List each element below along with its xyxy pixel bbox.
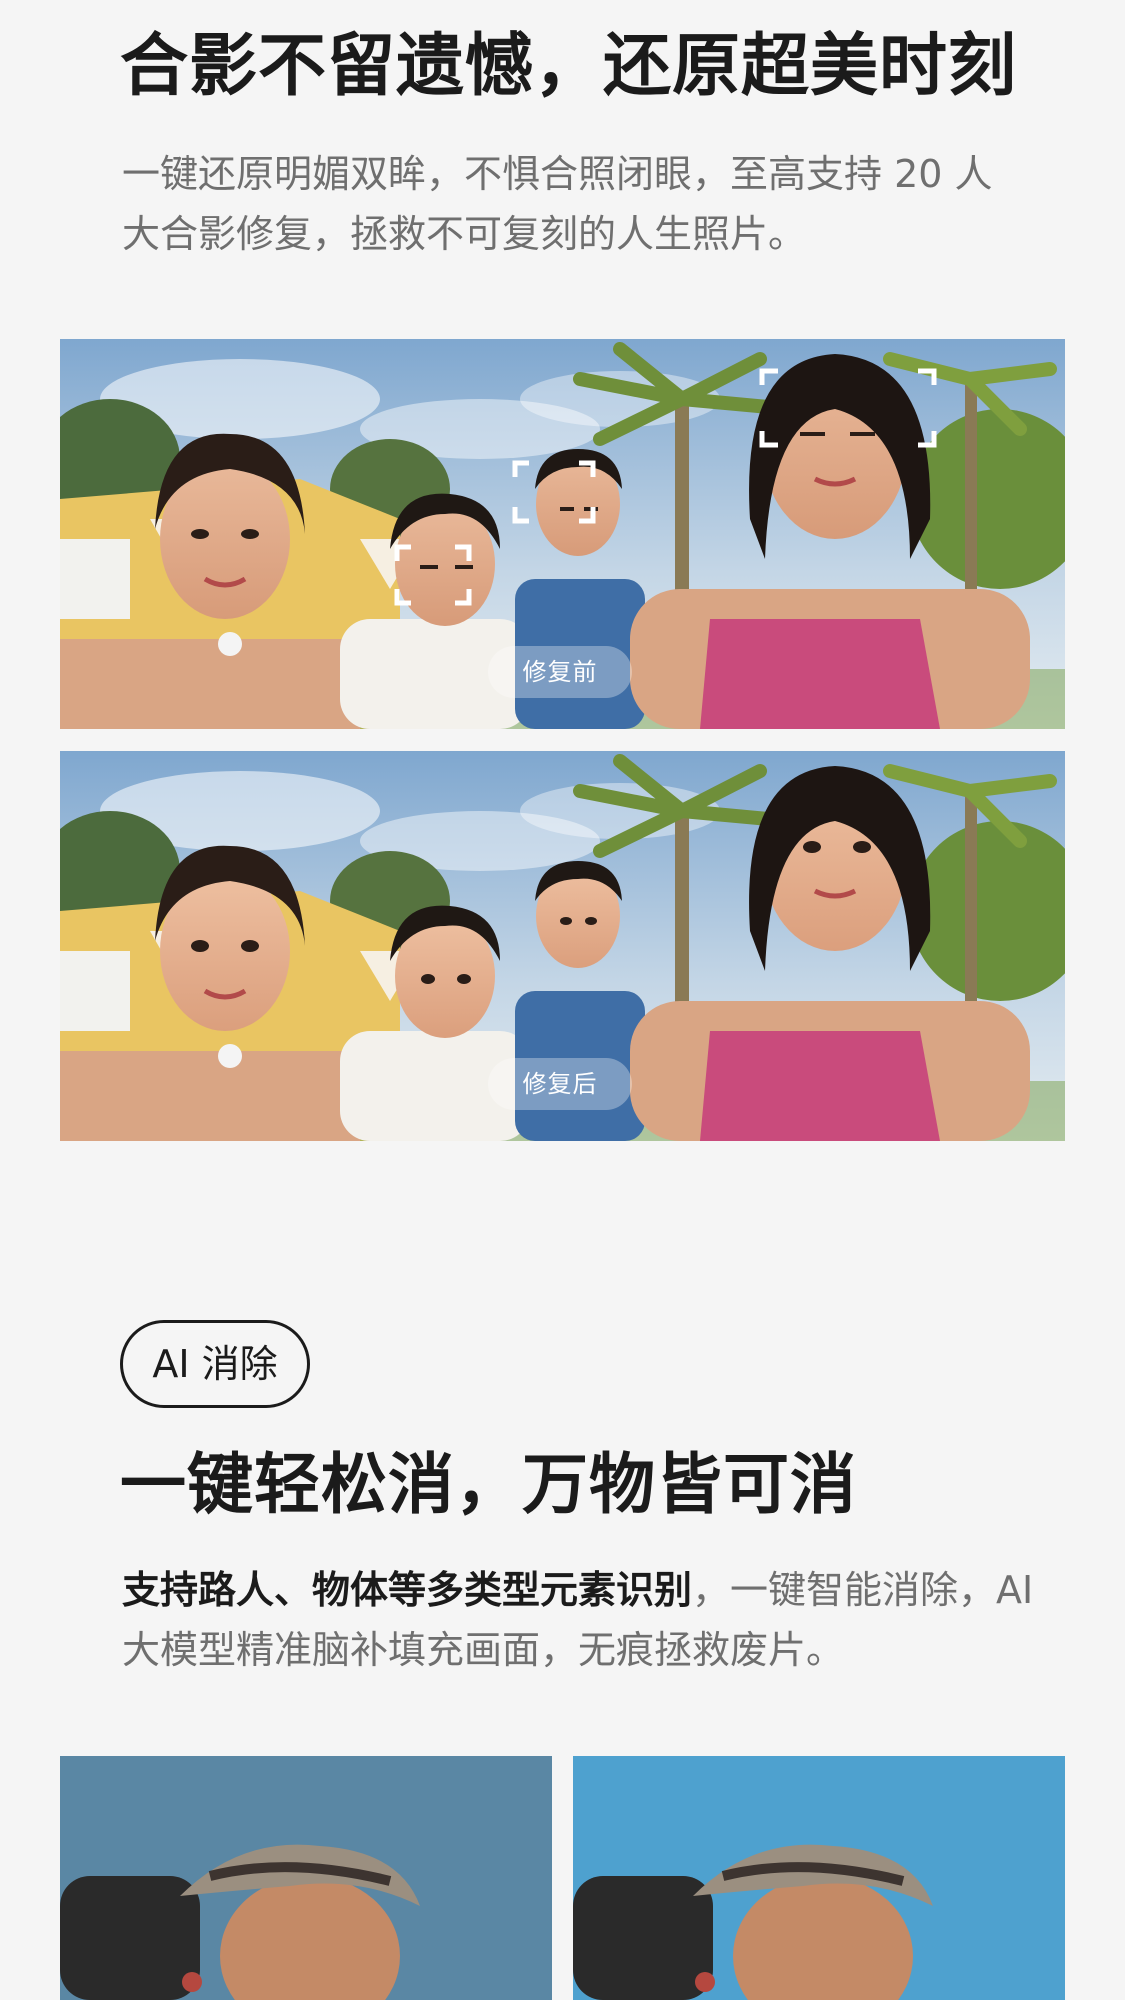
- before-repair-label: 修复前: [488, 646, 632, 698]
- section-title-group-photo: 合影不留遗憾，还原超美时刻: [120, 27, 1018, 106]
- photo-after-repair: 修复后: [60, 751, 1065, 1141]
- description-highlight: 支持路人、物体等多类型元素识别: [122, 1568, 693, 1612]
- section-description-ai-eraser: 支持路人、物体等多类型元素识别，一键智能消除，AI 大模型精准脑补填充画面，无痕…: [122, 1560, 1042, 1680]
- ai-eraser-badge: AI 消除: [120, 1320, 310, 1408]
- eraser-photo-after: [573, 1756, 1065, 2000]
- photo-before-repair: 修复前: [60, 339, 1065, 729]
- section-title-ai-eraser: 一键轻松消，万物皆可消: [120, 1446, 857, 1523]
- eraser-photo-before: [60, 1756, 552, 2000]
- eraser-illustration-after: [573, 1756, 1065, 2000]
- eraser-illustration-before: [60, 1756, 552, 2000]
- after-repair-label: 修复后: [488, 1058, 632, 1110]
- section-description-group-photo: 一键还原明媚双眸，不惧合照闭眼，至高支持 20 人大合影修复，拯救不可复刻的人生…: [122, 152, 993, 256]
